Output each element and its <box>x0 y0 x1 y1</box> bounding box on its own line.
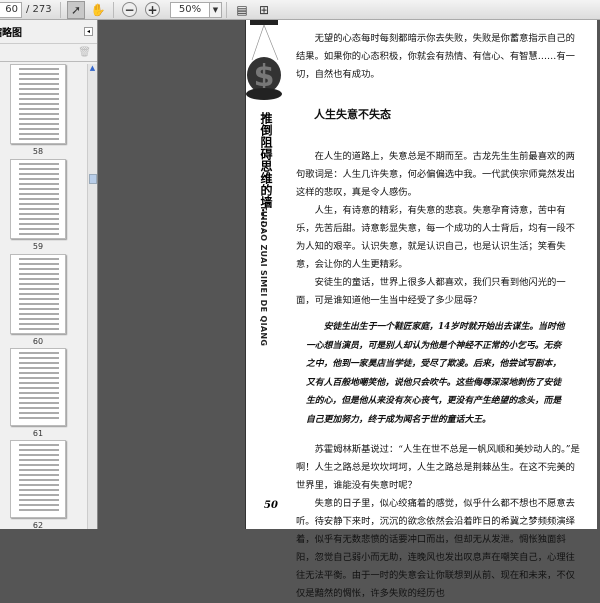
plus-icon: + <box>147 2 158 17</box>
page-number-input[interactable]: 60 <box>0 1 22 18</box>
vertical-pinyin-title: TUIDAO ZUAI SIMEI DE QIANG <box>259 205 268 347</box>
paragraph: 人生，有诗意的精彩，有失意的悲哀。失意孕育诗意，苦中有乐，先苦后甜。诗意彰显失意… <box>296 205 575 270</box>
thumbnails-panel: 缩略图 ◂ 🗑 58 59 60 61 62 ▲ <box>0 20 98 530</box>
hand-icon: ✋ <box>90 2 106 17</box>
page-total: / 273 <box>26 4 52 15</box>
thumbnail-page[interactable] <box>10 159 66 239</box>
thumbnail-scrollbar[interactable]: ▲ <box>87 64 97 529</box>
divider <box>60 1 61 18</box>
scroll-up-icon[interactable]: ▲ <box>88 64 97 74</box>
dollar-scale-emblem-icon: $ <box>246 20 282 100</box>
paragraph: 苏霍姆林斯基说过：“人生在世不总是一帆风顺和美妙动人的。”是啊！人生之路总是坎坎… <box>296 444 580 491</box>
page-body: 无望的心态每时每刻都暗示你去失败，失败是你蓄意指示自己的结果。如果你的心态积极，… <box>296 24 581 603</box>
thumbnail-label: 58 <box>32 147 44 156</box>
thumbnail-label: 61 <box>32 429 44 438</box>
divider <box>226 1 227 18</box>
fit-width-button[interactable]: ⊞ <box>255 1 273 19</box>
trash-icon[interactable]: 🗑 <box>78 47 91 58</box>
chevron-down-icon: ▼ <box>212 5 219 14</box>
zoom-level-input[interactable]: 50% <box>170 1 210 18</box>
paragraph: 安徒生的童话，世界上很多人都喜欢，我们只看到他闪光的一面，可是谁知道他一生当中经… <box>296 277 566 306</box>
select-tool-button[interactable]: ➚ <box>67 0 85 19</box>
thumbnail-label: 60 <box>32 337 44 346</box>
paragraph: 在人生的道路上，失意总是不期而至。古龙先生生前最喜欢的两句歌词是：人生几许失意，… <box>296 151 575 198</box>
section-heading: 人生失意不失态 <box>314 108 391 121</box>
thumbnail-page[interactable] <box>10 254 66 334</box>
panel-title: 缩略图 <box>0 28 22 39</box>
intro-paragraph: 无望的心态每时每刻都暗示你去失败，失败是你蓄意指示自己的结果。如果你的心态积极，… <box>296 33 575 80</box>
hand-tool-button[interactable]: ✋ <box>89 1 107 19</box>
pdf-page: $ 推倒阻碍思维的墙…… TUIDAO ZUAI SIMEI DE QIANG … <box>245 20 597 599</box>
quote-block: 安徒生出生于一个鞋匠家庭，14岁时就开始出去谋生。当时他一心想当演员，可是别人却… <box>306 322 565 425</box>
fit-page-button[interactable]: ▤ <box>233 1 251 19</box>
fit-width-icon: ⊞ <box>258 2 270 17</box>
thumbnail-label: 59 <box>32 242 44 251</box>
thumbnail-page[interactable] <box>10 440 66 518</box>
cursor-icon: ➚ <box>70 2 82 17</box>
zoom-in-button[interactable]: + <box>145 2 160 17</box>
page-number: 50 <box>264 500 278 511</box>
toolbar: 60 / 273 ➚ ✋ − + 50% ▼ ▤ ⊞ <box>0 0 600 20</box>
divider <box>113 1 114 18</box>
collapse-panel-button[interactable]: ◂ <box>84 27 93 36</box>
thumbnail-page[interactable] <box>10 348 66 426</box>
document-view[interactable]: $ 推倒阻碍思维的墙…… TUIDAO ZUAI SIMEI DE QIANG … <box>99 20 600 599</box>
fit-page-icon: ▤ <box>236 2 248 17</box>
thumbnail-list: 58 59 60 61 62 <box>0 64 88 530</box>
minus-icon: − <box>124 2 135 17</box>
thumbnail-page[interactable] <box>10 64 66 144</box>
scrollbar-thumb[interactable] <box>89 174 97 184</box>
zoom-dropdown-button[interactable]: ▼ <box>210 1 222 18</box>
zoom-out-button[interactable]: − <box>122 2 137 17</box>
paragraph: 失意的日子里，似心绞痛着的感觉，似乎什么都不想也不愿意去听。待安静下来时，沉沉的… <box>296 498 575 599</box>
